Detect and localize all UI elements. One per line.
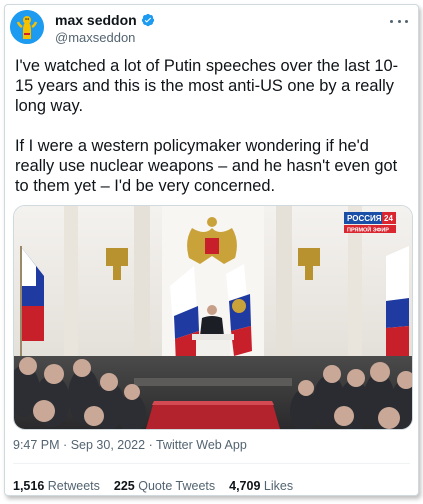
author-name-row[interactable]: max seddon bbox=[55, 12, 155, 28]
retweets-label: Retweets bbox=[47, 479, 100, 493]
cartoon-avatar-icon bbox=[10, 10, 44, 44]
tweet-paragraph-2: If I were a western policymaker wonderin… bbox=[15, 137, 398, 195]
retweets-count: 1,516 bbox=[13, 479, 45, 493]
meta-separator: · bbox=[148, 438, 153, 452]
retweets-stat[interactable]: 1,516 Retweets bbox=[13, 479, 100, 493]
likes-label: Likes bbox=[263, 479, 294, 493]
quotes-label: Quote Tweets bbox=[138, 479, 216, 493]
author-name[interactable]: max seddon bbox=[55, 12, 137, 28]
tweet-header: max seddon @maxseddon bbox=[10, 10, 408, 46]
more-options-icon[interactable] bbox=[390, 14, 408, 28]
tv-logo-name: РОССИЯ bbox=[347, 214, 382, 223]
tv-live-label: ПРЯМОЙ ЭФИР bbox=[347, 226, 389, 234]
flag-right bbox=[386, 246, 409, 356]
quote-tweets-stat[interactable]: 225 Quote Tweets bbox=[114, 479, 215, 493]
meta-separator: · bbox=[63, 438, 68, 452]
tweet-date[interactable]: Sep 30, 2022 bbox=[71, 438, 145, 452]
quotes-count: 225 bbox=[113, 479, 135, 493]
tweet-text: I've watched a lot of Putin speeches ove… bbox=[15, 56, 410, 216]
likes-count: 4,709 bbox=[229, 479, 261, 493]
tweet-meta: 9:47 PM · Sep 30, 2022 · Twitter Web App bbox=[13, 438, 247, 452]
tweet-source[interactable]: Twitter Web App bbox=[156, 438, 247, 452]
likes-stat[interactable]: 4,709 Likes bbox=[229, 479, 293, 493]
divider bbox=[13, 463, 410, 464]
verified-badge-icon bbox=[141, 13, 154, 27]
tweet-paragraph-1: I've watched a lot of Putin speeches ove… bbox=[15, 57, 399, 115]
tweet-stats: 1,516 Retweets 225 Quote Tweets 4,709 Li… bbox=[13, 479, 293, 493]
kremlin-hall-photo: РОССИЯ 24 ПРЯМОЙ ЭФИР bbox=[14, 206, 412, 429]
tweet-media-image[interactable]: РОССИЯ 24 ПРЯМОЙ ЭФИР bbox=[13, 205, 413, 430]
tweet-time[interactable]: 9:47 PM bbox=[13, 438, 60, 452]
avatar[interactable] bbox=[10, 10, 44, 44]
tweet-card: max seddon @maxseddon I've watched a lot… bbox=[4, 4, 419, 496]
tv-channel-logo: РОССИЯ 24 ПРЯМОЙ ЭФИР bbox=[344, 212, 396, 234]
author-handle[interactable]: @maxseddon bbox=[55, 30, 135, 45]
tv-logo-number: 24 bbox=[384, 214, 393, 223]
